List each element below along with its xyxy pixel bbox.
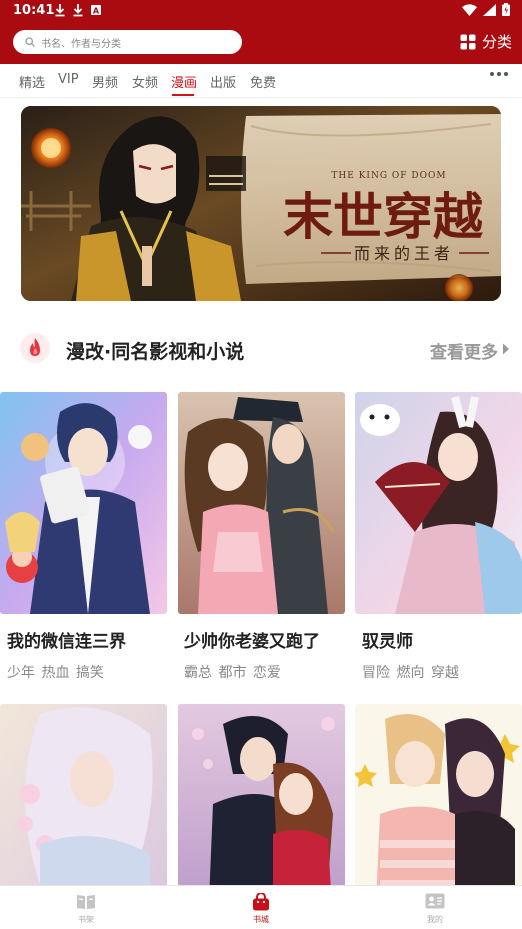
nav-label: 书城 <box>253 915 269 924</box>
book-tags: 少年 热血 搞笑 <box>7 665 104 681</box>
svg-text:A: A <box>93 7 100 16</box>
more-tabs-button[interactable] <box>490 72 508 76</box>
book-cover[interactable] <box>355 392 522 614</box>
book-cover[interactable] <box>0 392 167 614</box>
banner-artwork: THE KING OF DOOM 末世穿越 而来的王者 <box>21 106 501 301</box>
status-time: 10:41 <box>13 3 55 18</box>
book-tags: 冒险 燃向 穿越 <box>362 665 459 681</box>
search-placeholder: 书名、作者与分类 <box>41 38 121 50</box>
tab-free[interactable]: 免费 <box>250 72 276 91</box>
signal-icon <box>483 3 496 16</box>
svg-text:THE KING OF DOOM: THE KING OF DOOM <box>331 171 446 181</box>
bookstore-bag-icon <box>253 893 269 911</box>
active-tab-indicator <box>172 94 194 96</box>
dot-icon <box>497 72 501 76</box>
system-icons <box>462 3 510 16</box>
promo-banner[interactable]: THE KING OF DOOM 末世穿越 而来的王者 <box>21 106 501 301</box>
wifi-icon <box>462 3 477 16</box>
tab-comics[interactable]: 漫画 <box>171 72 197 91</box>
nav-bookstore[interactable]: 书城 <box>231 886 291 929</box>
nav-profile[interactable]: 我的 <box>405 886 465 929</box>
book-cover-art <box>178 392 345 614</box>
bookshelf-icon <box>77 895 95 909</box>
book-tags: 霸总 都市 恋爱 <box>184 665 281 681</box>
download-icon <box>73 4 83 17</box>
notification-icons: A <box>54 3 102 17</box>
tab-featured[interactable]: 精选 <box>19 72 45 91</box>
channel-tabs: 精选 VIP 男频 女频 漫画 出版 免费 <box>0 64 522 98</box>
book-cover-art <box>355 392 522 614</box>
book-title[interactable]: 少帅你老婆又跑了 <box>184 627 320 652</box>
nav-bookshelf[interactable]: 书架 <box>56 886 116 929</box>
dot-icon <box>490 72 494 76</box>
category-button[interactable]: 分类 <box>460 31 512 52</box>
tabs-fade <box>465 66 481 94</box>
svg-text:而来的王者: 而来的王者 <box>354 244 454 263</box>
fire-icon <box>20 333 50 363</box>
section-title: 漫改·同名影视和小说 <box>66 341 245 363</box>
book-title[interactable]: 我的微信连三界 <box>7 627 126 652</box>
book-cover[interactable] <box>178 392 345 614</box>
book-cover-art <box>0 392 167 614</box>
tab-vip[interactable]: VIP <box>58 72 79 87</box>
search-icon <box>25 37 35 47</box>
profile-card-icon <box>425 893 445 909</box>
book-title[interactable]: 驭灵师 <box>362 627 413 652</box>
text-badge-icon: A <box>91 5 101 16</box>
battery-icon <box>502 3 510 16</box>
tab-male[interactable]: 男频 <box>92 72 118 91</box>
tab-publishing[interactable]: 出版 <box>210 72 236 91</box>
see-more-link[interactable]: 查看更多 <box>430 338 498 363</box>
status-bar: 10:41 A <box>0 0 522 22</box>
tab-female[interactable]: 女频 <box>132 72 158 91</box>
nav-label: 书架 <box>78 915 94 924</box>
svg-text:末世穿越: 末世穿越 <box>283 187 484 246</box>
download-icon <box>55 4 65 17</box>
grid-category-icon <box>460 34 476 49</box>
app-header: 10:41 A 书名、作者与分类 分类 <box>0 0 522 64</box>
search-input[interactable]: 书名、作者与分类 <box>13 30 242 54</box>
category-label: 分类 <box>481 33 512 51</box>
nav-label: 我的 <box>427 915 443 924</box>
bottom-navigation: 书架 书城 我的 <box>0 885 522 929</box>
chevron-right-icon[interactable] <box>502 343 510 355</box>
dot-icon <box>504 72 508 76</box>
